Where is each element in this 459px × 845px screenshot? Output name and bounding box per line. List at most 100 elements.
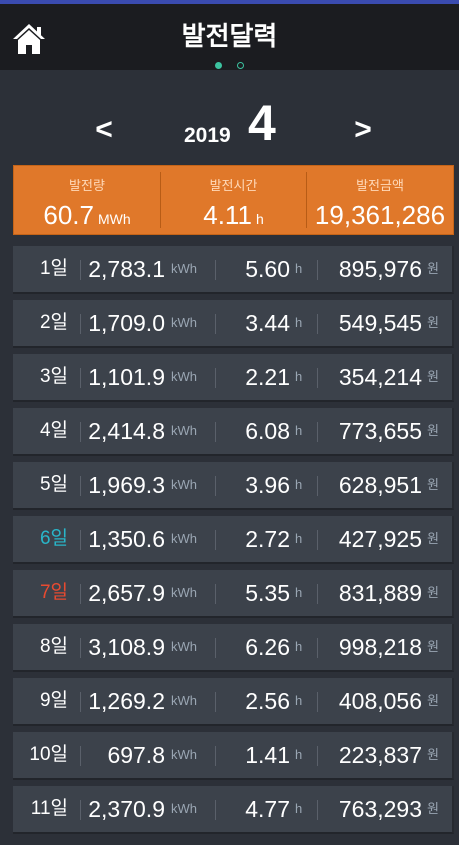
hours-unit: h <box>295 531 303 546</box>
day-row[interactable]: 7일 2,657.9 kWh 5.35 h 831,889 원 <box>13 570 454 618</box>
summary-hours-value: 4.11 <box>203 200 252 230</box>
previous-month-button[interactable]: < <box>89 112 119 148</box>
day-row[interactable]: 1일 2,783.1 kWh 5.60 h 895,976 원 <box>13 246 454 294</box>
day-energy-value: 2,414.8 <box>88 418 165 444</box>
energy-unit: kWh <box>171 639 197 654</box>
month-label: 4 <box>248 95 276 151</box>
column-divider <box>215 476 216 496</box>
column-divider <box>215 584 216 604</box>
day-amount-value: 427,925 <box>338 526 422 552</box>
summary-hours-value-line: 4.11 h <box>161 200 306 231</box>
day-label: 2일 <box>39 312 68 333</box>
day-hours-value: 4.77 <box>245 796 290 822</box>
day-label: 8일 <box>39 636 68 657</box>
day-hours-value: 5.60 <box>245 256 290 282</box>
day-label: 7일 <box>39 582 68 603</box>
summary-energy-unit: MWh <box>97 211 131 227</box>
day-energy-value: 1,269.2 <box>88 688 165 714</box>
summary-hours: 발전시간 4.11 h <box>161 166 306 234</box>
column-divider <box>215 368 216 388</box>
day-energy-value: 3,108.9 <box>88 634 165 660</box>
day-amount-value: 408,056 <box>338 688 422 714</box>
day-label: 10일 <box>29 744 68 765</box>
summary-energy-label: 발전량 <box>69 178 105 193</box>
hours-unit: h <box>295 693 303 708</box>
day-amount-value: 998,218 <box>338 634 422 660</box>
hours-unit: h <box>295 261 303 276</box>
day-label: 5일 <box>39 474 68 495</box>
energy-unit: kWh <box>171 423 197 438</box>
summary-hours-label: 발전시간 <box>209 178 258 193</box>
summary-energy-value: 60.7 <box>43 200 94 230</box>
summary-amount-value: 19,361,286 <box>314 200 446 230</box>
summary-energy-value-line: 60.7 MWh <box>14 200 160 231</box>
amount-unit: 원 <box>427 693 439 708</box>
column-divider <box>215 800 216 820</box>
day-hours-value: 2.72 <box>245 526 290 552</box>
column-divider <box>215 260 216 280</box>
amount-unit: 원 <box>427 585 439 600</box>
amount-unit: 원 <box>427 369 439 384</box>
app-header: 발전달력 <box>0 4 459 70</box>
hours-unit: h <box>295 315 303 330</box>
day-energy-value: 1,709.0 <box>88 310 165 336</box>
summary-amount: 발전금액 19,361,286 <box>307 166 453 234</box>
amount-unit: 원 <box>427 801 439 816</box>
page-dot-2[interactable] <box>236 62 244 69</box>
column-divider <box>215 692 216 712</box>
day-hours-value: 6.26 <box>245 634 290 660</box>
day-label: 6일 <box>39 528 68 549</box>
day-label: 9일 <box>39 690 68 711</box>
column-divider <box>215 746 216 766</box>
day-amount-value: 831,889 <box>338 580 422 606</box>
column-divider <box>215 314 216 334</box>
energy-unit: kWh <box>171 801 197 816</box>
day-hours-value: 3.44 <box>245 310 290 336</box>
day-amount-value: 549,545 <box>338 310 422 336</box>
day-amount-value: 895,976 <box>338 256 422 282</box>
page-dot-1[interactable] <box>215 62 223 69</box>
day-label: 4일 <box>39 420 68 441</box>
hours-unit: h <box>295 585 303 600</box>
day-amount-value: 354,214 <box>338 364 422 390</box>
energy-unit: kWh <box>171 261 197 276</box>
day-hours-value: 2.56 <box>245 688 290 714</box>
day-row[interactable]: 8일 3,108.9 kWh 6.26 h 998,218 원 <box>13 624 454 672</box>
day-energy-value: 1,101.9 <box>88 364 165 390</box>
day-row[interactable]: 4일 2,414.8 kWh 6.08 h 773,655 원 <box>13 408 454 456</box>
amount-unit: 원 <box>427 747 439 762</box>
day-row[interactable]: 3일 1,101.9 kWh 2.21 h 354,214 원 <box>13 354 454 402</box>
day-row[interactable]: 9일 1,269.2 kWh 2.56 h 408,056 원 <box>13 678 454 726</box>
column-divider <box>215 638 216 658</box>
day-amount-value: 628,951 <box>338 472 422 498</box>
next-month-button[interactable]: > <box>348 112 378 148</box>
day-energy-value: 2,657.9 <box>88 580 165 606</box>
day-amount-value: 773,655 <box>338 418 422 444</box>
energy-unit: kWh <box>171 477 197 492</box>
day-hours-value: 5.35 <box>245 580 290 606</box>
day-amount-value: 223,837 <box>338 742 422 768</box>
day-label: 1일 <box>39 258 68 279</box>
day-label: 3일 <box>39 366 68 387</box>
day-energy-value: 2,370.9 <box>88 796 165 822</box>
day-energy-value: 1,350.6 <box>88 526 165 552</box>
energy-unit: kWh <box>171 585 197 600</box>
energy-unit: kWh <box>171 369 197 384</box>
day-row[interactable]: 11일 2,370.9 kWh 4.77 h 763,293 원 <box>13 786 454 834</box>
day-row[interactable]: 6일 1,350.6 kWh 2.72 h 427,925 원 <box>13 516 454 564</box>
hours-unit: h <box>295 747 303 762</box>
amount-unit: 원 <box>427 639 439 654</box>
daily-list: 1일 2,783.1 kWh 5.60 h 895,976 원 2일 1,709.0 kWh 3.4… <box>13 246 454 840</box>
day-row[interactable]: 2일 1,709.0 kWh 3.44 h 549,545 원 <box>13 300 454 348</box>
day-hours-value: 3.96 <box>245 472 290 498</box>
day-hours-value: 6.08 <box>245 418 290 444</box>
day-row[interactable]: 5일 1,969.3 kWh 3.96 h 628,951 원 <box>13 462 454 510</box>
energy-unit: kWh <box>171 693 197 708</box>
amount-unit: 원 <box>427 423 439 438</box>
column-divider <box>215 530 216 550</box>
amount-unit: 원 <box>427 261 439 276</box>
amount-unit: 원 <box>427 477 439 492</box>
hours-unit: h <box>295 477 303 492</box>
hours-unit: h <box>295 369 303 384</box>
day-row[interactable]: 10일 697.8 kWh 1.41 h 223,837 원 <box>13 732 454 780</box>
